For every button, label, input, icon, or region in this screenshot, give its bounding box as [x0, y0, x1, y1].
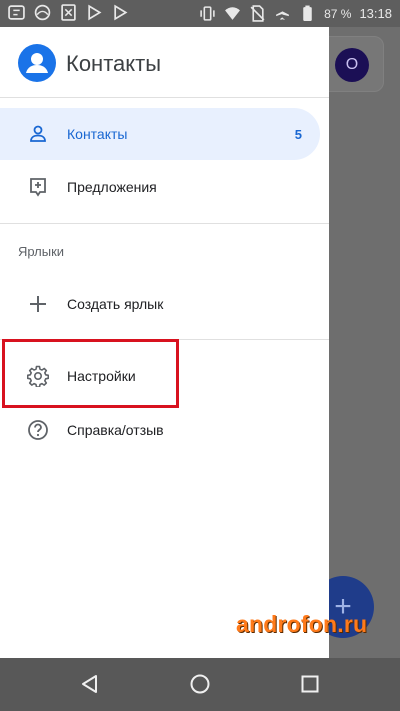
contacts-logo-icon [18, 44, 56, 82]
app-icon [61, 4, 76, 21]
nav-label: Справка/отзыв [67, 422, 164, 438]
settings-highlight-frame [2, 339, 179, 408]
no-sim-icon [250, 5, 265, 22]
drawer-header: Контакты [0, 27, 329, 97]
divider [0, 223, 329, 224]
nav-item-help[interactable]: Справка/отзыв [0, 404, 320, 456]
suggestions-icon [26, 175, 50, 199]
nav-label: Предложения [67, 179, 157, 195]
battery-percent: 87 % [324, 6, 352, 21]
airplane-icon [276, 6, 289, 20]
status-bar: 87 % 13:18 [0, 0, 400, 27]
watermark: androfon.ru [236, 611, 368, 637]
create-label-button[interactable]: Создать ярлык [0, 278, 320, 330]
nav-item-suggestions[interactable]: Предложения [0, 161, 320, 213]
nav-label: Создать ярлык [67, 296, 164, 312]
app-title: Контакты [66, 51, 162, 76]
wifi-icon [225, 7, 241, 20]
recents-button[interactable] [296, 670, 324, 698]
clock: 13:18 [359, 6, 392, 21]
play-store-icon [114, 4, 128, 21]
recents-icon [301, 675, 319, 693]
system-nav-bar [0, 658, 400, 711]
help-icon [26, 418, 50, 442]
battery-icon [303, 5, 312, 21]
nav-label: Контакты [67, 126, 128, 142]
back-icon [82, 675, 97, 693]
divider [0, 97, 329, 98]
app-icon [8, 5, 25, 20]
contacts-count: 5 [294, 126, 302, 142]
account-avatar[interactable]: O [335, 48, 369, 82]
home-button[interactable] [186, 670, 214, 698]
plus-icon [26, 292, 50, 316]
nav-item-contacts[interactable]: Контакты 5 [0, 108, 320, 160]
person-icon [26, 122, 50, 146]
vibrate-icon [200, 6, 215, 21]
labels-section-heading: Ярлыки [18, 244, 65, 259]
play-store-icon [88, 4, 102, 21]
back-button[interactable] [76, 670, 104, 698]
app-icon [34, 4, 51, 21]
home-icon [190, 674, 210, 694]
